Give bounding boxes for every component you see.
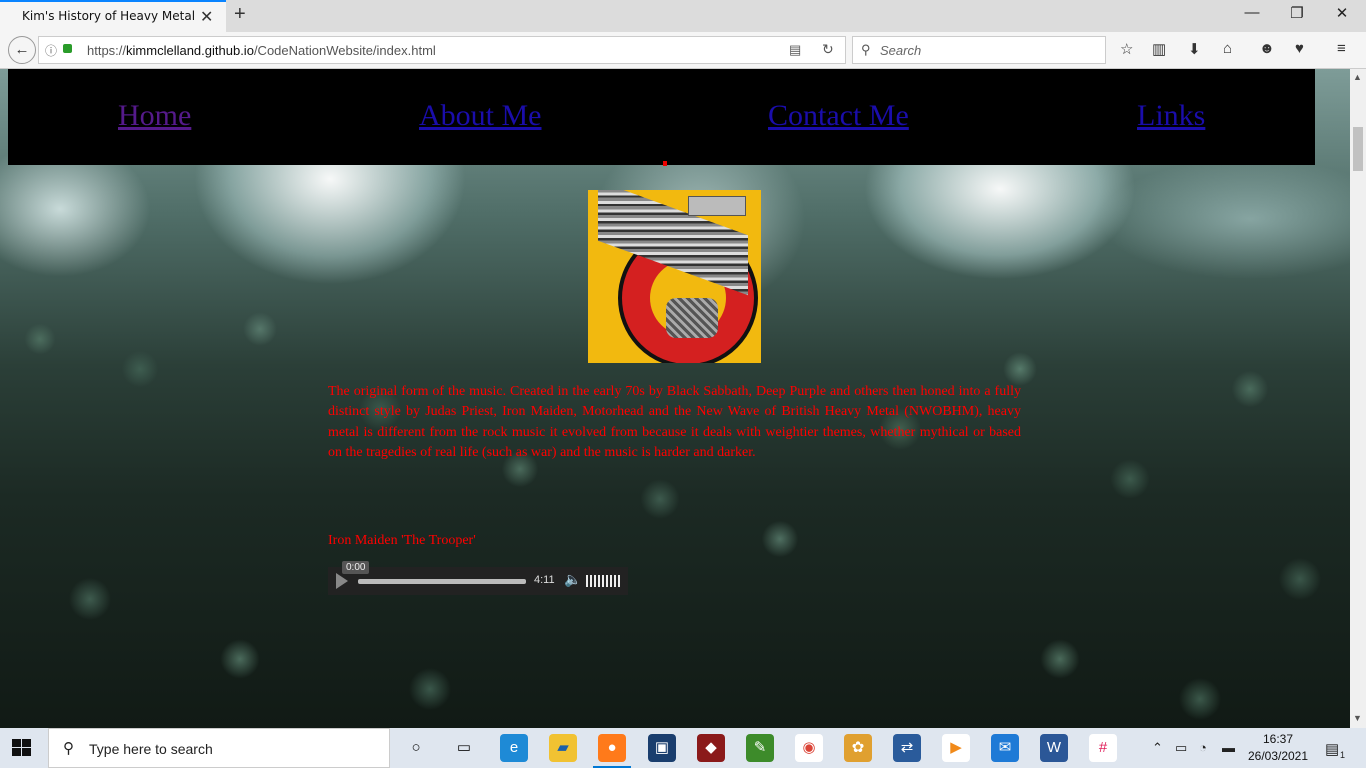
- volume-slider[interactable]: [586, 575, 620, 587]
- paint-icon[interactable]: ✿: [844, 734, 872, 762]
- slack-icon[interactable]: #: [1089, 734, 1117, 762]
- menu-icon[interactable]: ≡: [1337, 40, 1346, 57]
- volume-icon[interactable]: 🔈: [564, 571, 581, 588]
- app-icon[interactable]: ◆: [697, 734, 725, 762]
- page-viewport: Home About Me Contact Me Links The origi…: [0, 69, 1350, 728]
- notification-count: 1: [1340, 750, 1346, 760]
- file-explorer-icon[interactable]: ▰: [549, 734, 577, 762]
- info-icon[interactable]: ⓘ: [45, 42, 57, 59]
- nav-link-home[interactable]: Home: [118, 99, 191, 133]
- reload-icon[interactable]: ↻: [822, 41, 834, 58]
- current-time: 0:00: [342, 561, 370, 574]
- word-icon[interactable]: W: [1040, 734, 1068, 762]
- system-clock[interactable]: 16:37 26/03/2021: [1246, 731, 1310, 765]
- track-label: Iron Maiden 'The Trooper': [328, 533, 476, 548]
- meet-now-icon[interactable]: ▭: [1175, 740, 1187, 756]
- library-icon[interactable]: ▥: [1152, 40, 1166, 58]
- remote-desktop-icon[interactable]: ▣: [648, 734, 676, 762]
- navigation-toolbar: ← ⓘ https://kimmclelland.github.io/CodeN…: [0, 32, 1366, 69]
- minimize-icon[interactable]: —: [1232, 4, 1272, 21]
- taskbar-search-placeholder: Type here to search: [89, 741, 213, 757]
- close-tab-icon[interactable]: ✕: [200, 7, 213, 27]
- scroll-down-icon[interactable]: ▼: [1353, 713, 1362, 723]
- back-arrow-icon[interactable]: ←: [8, 36, 36, 64]
- search-placeholder: Search: [880, 43, 922, 58]
- media-player-icon[interactable]: ▶: [942, 734, 970, 762]
- nav-link-contact-me[interactable]: Contact Me: [768, 99, 909, 133]
- clock-time: 16:37: [1262, 732, 1294, 746]
- tab-title: Kim's History of Heavy Metal: [22, 9, 196, 23]
- play-icon[interactable]: [336, 573, 348, 589]
- download-icon[interactable]: ⬇: [1188, 40, 1201, 58]
- duration: 4:11: [534, 574, 555, 586]
- chrome-icon[interactable]: ◉: [795, 734, 823, 762]
- home-icon[interactable]: ⌂: [1223, 40, 1232, 57]
- edge-icon[interactable]: e: [500, 734, 528, 762]
- scroll-up-icon[interactable]: ▲: [1353, 72, 1362, 82]
- reader-view-icon[interactable]: ▤: [789, 42, 801, 58]
- battery-icon[interactable]: ▬: [1222, 740, 1235, 755]
- mail-icon[interactable]: ✉: [991, 734, 1019, 762]
- red-text-fragment: [663, 161, 667, 166]
- intro-paragraph: The original form of the music. Created …: [328, 384, 1021, 460]
- firefox-icon[interactable]: ●: [598, 734, 626, 762]
- nav-link-about-me[interactable]: About Me: [419, 99, 542, 133]
- seek-bar[interactable]: [358, 579, 526, 584]
- restore-icon[interactable]: ❐: [1277, 4, 1317, 22]
- pocket-icon[interactable]: ♥: [1295, 40, 1304, 57]
- tab-bar: Kim's History of Heavy Metal ✕ + — ❐ ✕: [0, 0, 1366, 32]
- search-box[interactable]: ⚲ Search: [852, 36, 1106, 64]
- task-view-icon[interactable]: ▭: [450, 734, 478, 762]
- scroll-thumb[interactable]: [1353, 127, 1363, 171]
- close-window-icon[interactable]: ✕: [1322, 4, 1362, 22]
- lock-icon: [63, 44, 72, 53]
- url-text[interactable]: https://kimmclelland.github.io/CodeNatio…: [87, 43, 436, 58]
- notification-icon[interactable]: ▤: [1325, 740, 1339, 758]
- evernote-icon[interactable]: ✎: [746, 734, 774, 762]
- wifi-icon[interactable]: ◔: [1199, 740, 1207, 755]
- nav-link-links[interactable]: Links: [1137, 99, 1205, 133]
- show-hidden-icons-icon[interactable]: ⌃: [1152, 740, 1163, 756]
- new-tab-icon[interactable]: +: [234, 3, 246, 26]
- vertical-scrollbar[interactable]: ▲ ▼: [1350, 69, 1366, 728]
- album-cover-image: [588, 190, 761, 363]
- browser-tab[interactable]: Kim's History of Heavy Metal ✕: [0, 0, 226, 32]
- windows-taskbar: ⚲ Type here to search ○ ▭ e ▰ ● ▣ ◆ ✎ ◉ …: [0, 728, 1366, 768]
- taskbar-search-box[interactable]: ⚲ Type here to search: [48, 728, 390, 768]
- teamviewer-icon[interactable]: ⇄: [893, 734, 921, 762]
- bookmark-star-icon[interactable]: ☆: [1120, 40, 1133, 58]
- clock-date: 26/03/2021: [1247, 749, 1309, 763]
- windows-start-icon[interactable]: [12, 739, 32, 757]
- search-icon: ⚲: [63, 740, 74, 757]
- url-bar[interactable]: ⓘ https://kimmclelland.github.io/CodeNat…: [38, 36, 846, 64]
- search-icon: ⚲: [861, 42, 871, 57]
- audio-player[interactable]: 0:00 4:11 🔈: [328, 561, 628, 595]
- cortana-icon[interactable]: ○: [402, 734, 430, 762]
- account-icon[interactable]: ☻: [1259, 40, 1275, 57]
- site-navigation: Home About Me Contact Me Links: [8, 69, 1315, 165]
